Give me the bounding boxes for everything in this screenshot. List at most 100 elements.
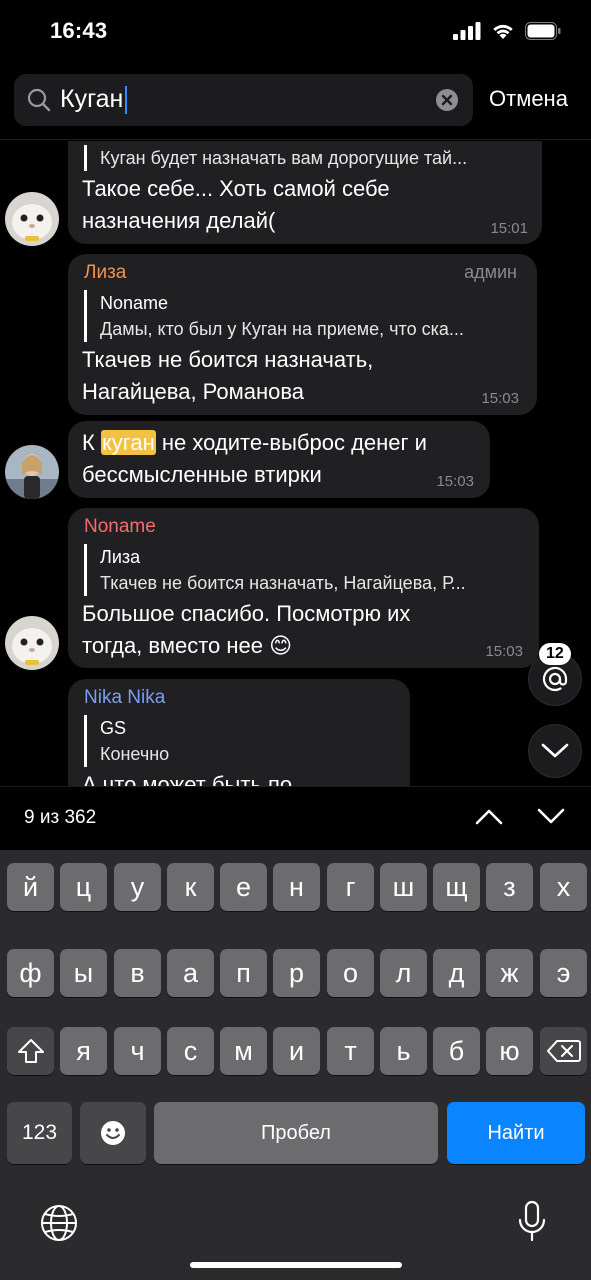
message-bubble-search-hit[interactable]: К куган не ходите-выброс денег и бессмыс… (68, 421, 490, 498)
home-indicator (190, 1262, 402, 1268)
chat-area[interactable]: Куган будет назначать вам дорогущие тай.… (0, 141, 591, 786)
key[interactable]: в (114, 949, 161, 997)
key[interactable]: е (220, 863, 267, 911)
search-results-bar: 9 из 362 (0, 786, 591, 850)
search-go-key[interactable]: Найти (447, 1102, 585, 1164)
status-bar: 16:43 (0, 0, 591, 62)
message-time: 15:01 (490, 220, 528, 237)
quote-author: Лиза (100, 547, 141, 567)
chevron-down-icon[interactable] (536, 805, 566, 827)
shift-key[interactable] (7, 1027, 54, 1075)
avatar-image-icon (5, 192, 59, 246)
message-text-line: Такое себе... Хоть самой себе (82, 176, 390, 201)
status-time: 16:43 (50, 18, 108, 43)
space-key[interactable]: Пробел (154, 1102, 438, 1164)
key[interactable]: я (60, 1027, 107, 1075)
search-input[interactable]: Куган (14, 74, 473, 126)
key[interactable]: ф (7, 949, 54, 997)
keyboard: й ц у к е н г ш щ з х ф ы в а п р о л д … (0, 850, 591, 1280)
key[interactable]: ь (380, 1027, 427, 1075)
message-text-line: К куган не ходите-выброс денег и (82, 427, 427, 459)
mentions-button[interactable]: 12 (528, 643, 582, 706)
quote-text: Ткачев не боится назначать, Нагайцева, Р… (100, 573, 466, 593)
battery-icon (525, 22, 561, 40)
avatar-photo-icon (5, 445, 59, 499)
message-bubble[interactable]: Куган будет назначать вам дорогущие тай.… (68, 141, 542, 244)
backspace-key[interactable] (540, 1027, 587, 1075)
emoji-icon (101, 1121, 125, 1145)
search-icon (27, 88, 51, 112)
at-sign-icon (542, 666, 568, 692)
reply-quote[interactable]: Куган будет назначать вам дорогущие тай.… (84, 145, 524, 171)
admin-badge: админ (464, 262, 517, 282)
backspace-icon (546, 1040, 581, 1062)
avatar[interactable] (5, 616, 59, 670)
key[interactable]: з (486, 863, 533, 911)
quote-text: Дамы, кто был у Куган на приеме, что ска… (100, 319, 464, 339)
results-count: 9 из 362 (24, 807, 97, 828)
message-text-line: А что может быть по (82, 772, 293, 786)
message-text-line: Большое спасибо. Посмотрю их (82, 601, 411, 626)
avatar[interactable] (5, 192, 59, 246)
key[interactable]: д (433, 949, 480, 997)
scroll-down-button[interactable] (528, 724, 582, 778)
key[interactable]: ц (60, 863, 107, 911)
reply-quote[interactable]: GS Конечно (84, 715, 384, 767)
message-text-prefix: К (82, 430, 101, 455)
wifi-icon (493, 24, 513, 39)
clear-search-icon[interactable] (435, 88, 459, 112)
reply-quote[interactable]: Лиза Ткачев не боится назначать, Нагайце… (84, 544, 516, 596)
key[interactable]: о (327, 949, 374, 997)
key[interactable]: п (220, 949, 267, 997)
message-text-line: Ткачев не боится назначать, (82, 347, 374, 372)
quote-author: Noname (100, 293, 169, 313)
chevron-down-icon (541, 743, 569, 758)
cancel-button[interactable]: Отмена (489, 86, 568, 112)
key[interactable]: с (167, 1027, 214, 1075)
sender-name[interactable]: Noname (84, 516, 156, 538)
shift-icon (17, 1039, 44, 1063)
key[interactable]: э (540, 949, 587, 997)
quote-text: Куган будет назначать вам дорогущие тай.… (100, 148, 468, 168)
key[interactable]: б (433, 1027, 480, 1075)
key[interactable]: ж (486, 949, 533, 997)
key[interactable]: и (273, 1027, 320, 1075)
key[interactable]: р (273, 949, 320, 997)
key[interactable]: г (327, 863, 374, 911)
avatar-image-icon (5, 616, 59, 670)
key[interactable]: ч (114, 1027, 161, 1075)
key[interactable]: н (273, 863, 320, 911)
key[interactable]: щ (433, 863, 480, 911)
message-bubble[interactable]: Лиза админ Noname Дамы, кто был у Куган … (68, 254, 537, 415)
globe-icon[interactable] (40, 1204, 78, 1242)
key[interactable]: к (167, 863, 214, 911)
message-bubble[interactable]: Nika Nika GS Конечно А что может быть по (68, 679, 410, 786)
key[interactable]: м (220, 1027, 267, 1075)
numbers-key[interactable]: 123 (7, 1102, 72, 1164)
quote-author: GS (100, 718, 127, 738)
message-text-line: назначения делай( (82, 208, 276, 233)
key[interactable]: т (327, 1027, 374, 1075)
sender-name[interactable]: Nika Nika (84, 687, 165, 709)
status-icons (453, 22, 561, 40)
key[interactable]: ы (60, 949, 107, 997)
sender-name[interactable]: Лиза (84, 262, 126, 284)
reply-quote[interactable]: Noname Дамы, кто был у Куган на приеме, … (84, 290, 514, 342)
microphone-icon[interactable] (517, 1200, 547, 1242)
key[interactable]: л (380, 949, 427, 997)
key[interactable]: у (114, 863, 161, 911)
message-text-line: Нагайцева, Романова (82, 379, 305, 404)
text-caret (125, 85, 128, 114)
key[interactable]: ш (380, 863, 427, 911)
key[interactable]: й (7, 863, 54, 911)
emoji-key[interactable] (80, 1102, 146, 1164)
message-text-suffix: не ходите-выброс денег и (155, 430, 427, 455)
search-query-text[interactable]: Куган (60, 85, 128, 114)
signal-icon (453, 22, 481, 40)
key[interactable]: х (540, 863, 587, 911)
chevron-up-icon[interactable] (474, 805, 504, 827)
avatar[interactable] (5, 445, 59, 499)
key[interactable]: а (167, 949, 214, 997)
message-bubble[interactable]: Noname Лиза Ткачев не боится назначать, … (68, 508, 539, 668)
key[interactable]: ю (486, 1027, 533, 1075)
